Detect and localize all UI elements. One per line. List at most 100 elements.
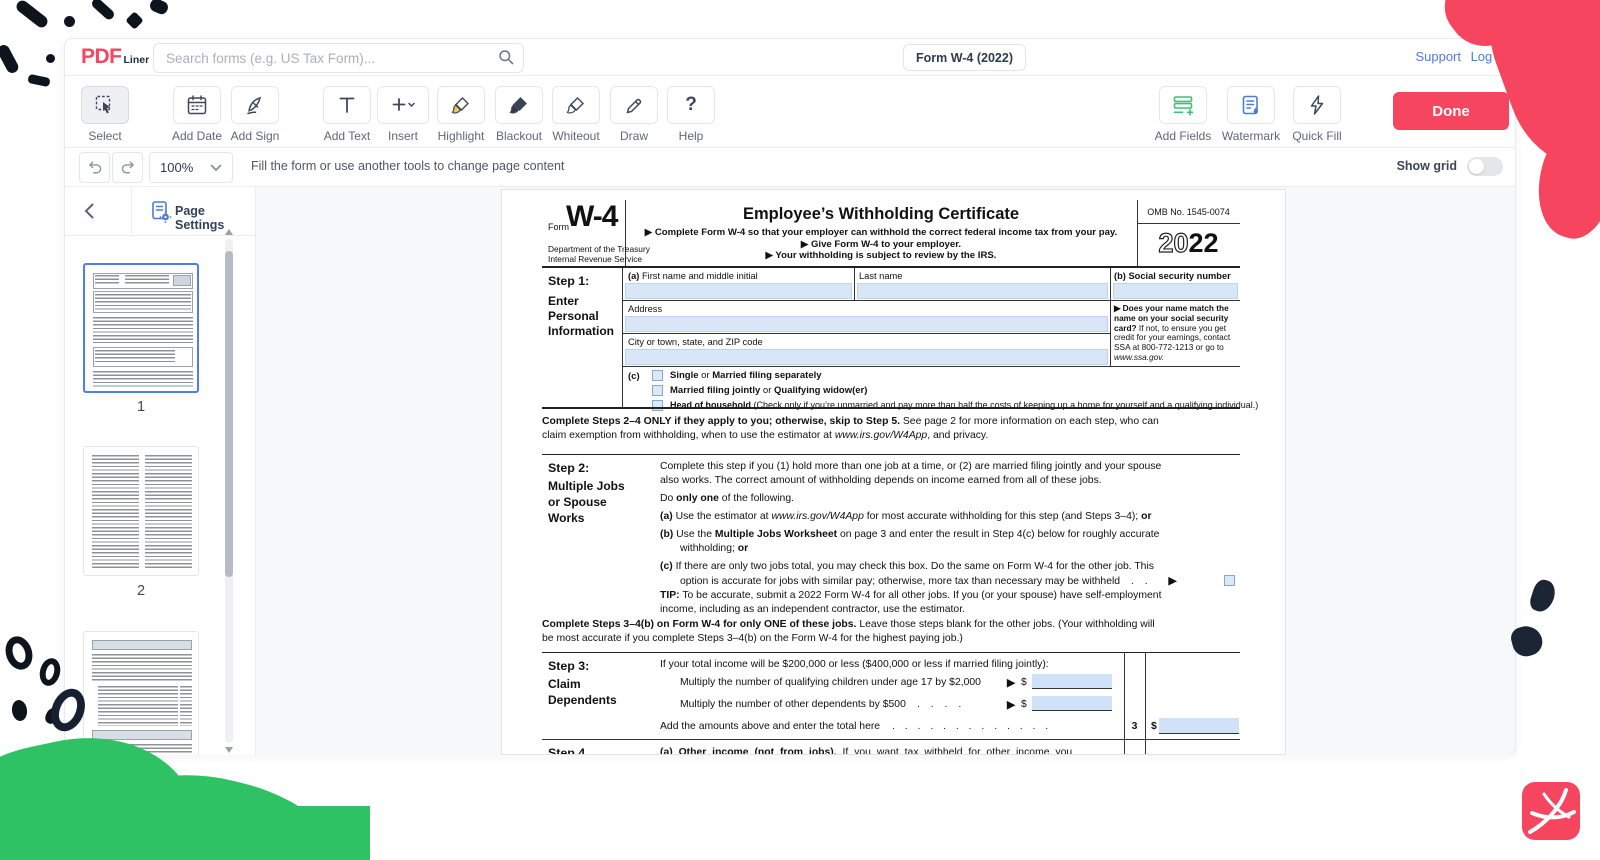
- step2-title: Multiple Jobs: [548, 479, 625, 493]
- screen: PDF Liner Form W-4 (2022) Support Log in…: [0, 0, 1600, 860]
- logo-liner: Liner: [124, 54, 150, 66]
- sub-toolbar: 100% Fill the form or use another tools …: [65, 148, 1515, 187]
- form-line: [1110, 268, 1111, 366]
- scroll-down-arrow[interactable]: [225, 747, 233, 753]
- calendar-icon: [185, 93, 209, 117]
- step3-line2: Multiply the number of other dependents …: [680, 699, 906, 710]
- last-name-field[interactable]: [857, 283, 1108, 299]
- collapse-sidebar-button[interactable]: [83, 202, 95, 225]
- page-settings-label[interactable]: Page Settings: [175, 204, 255, 232]
- step2-b: withholding; or: [680, 543, 748, 554]
- decoration-ink-dash: [0, 43, 20, 75]
- form-line: [622, 268, 623, 407]
- form-bullet-2: ▶ Give Form W-4 to your employer.: [625, 239, 1137, 250]
- add-sign-button[interactable]: Add Sign: [219, 86, 291, 143]
- quick-fill-button[interactable]: Quick Fill: [1281, 86, 1353, 143]
- zoom-select[interactable]: 100%: [149, 152, 233, 183]
- step2-tip: TIP: To be accurate, submit a 2022 Form …: [660, 590, 1161, 601]
- form-line: [542, 454, 1240, 455]
- undo-icon: [86, 159, 104, 177]
- thumb-decor: [180, 686, 192, 726]
- search-icon[interactable]: [497, 48, 515, 66]
- form-line: [622, 366, 1240, 367]
- step2-c: option is accurate for jobs with similar…: [680, 575, 1177, 587]
- document-canvas: Form W-4 Department of the Treasury Inte…: [256, 187, 1515, 755]
- add-fields-button[interactable]: Add Fields: [1147, 86, 1219, 143]
- form-line: [542, 652, 1240, 653]
- form-line: [542, 266, 1240, 268]
- page-settings-icon: [150, 200, 172, 223]
- decoration-ink-drop: [11, 699, 29, 722]
- single-checkbox[interactable]: [652, 370, 663, 381]
- blackout-brush-icon: [507, 93, 531, 117]
- step3-line1-dollar: $: [1021, 677, 1027, 688]
- head-of-household-checkbox[interactable]: [652, 400, 663, 411]
- form-line: [622, 300, 1240, 301]
- thumb-decor: [92, 455, 139, 569]
- form-year: 2022: [1137, 228, 1240, 259]
- content-area: Page Settings 1: [65, 187, 1515, 755]
- last-name-label: Last name: [859, 271, 902, 281]
- search-input[interactable]: [153, 43, 524, 73]
- step2-p1: Complete this step if you (1) hold more …: [660, 461, 1161, 472]
- undo-button[interactable]: [79, 152, 110, 183]
- done-button[interactable]: Done: [1393, 92, 1509, 130]
- help-button[interactable]: ? Help: [655, 86, 727, 143]
- step1-title: Personal: [548, 309, 599, 323]
- scroll-up-arrow[interactable]: [225, 229, 233, 235]
- first-name-field[interactable]: [625, 283, 852, 299]
- step3-row-number: 3: [1124, 721, 1145, 732]
- thumb-decor: [145, 455, 192, 569]
- qualifying-children-field[interactable]: [1032, 674, 1112, 689]
- sidebar-header-divider: [131, 187, 132, 236]
- scrollbar-thumb[interactable]: [225, 251, 233, 577]
- show-grid-toggle[interactable]: [1467, 157, 1503, 176]
- redo-button[interactable]: [112, 152, 143, 183]
- address-label: Address: [628, 304, 662, 314]
- decoration-ink-dash: [90, 0, 116, 21]
- single-label: Single or Married filing separately: [670, 370, 822, 381]
- page-thumbnail-2[interactable]: [83, 446, 199, 576]
- thumb-decor: [92, 640, 192, 650]
- page-thumbnail-3[interactable]: [83, 631, 199, 755]
- step1-title: Enter: [548, 294, 579, 308]
- support-link[interactable]: Support: [1415, 49, 1461, 64]
- step2-p2: Do only one of the following.: [660, 493, 794, 504]
- step3-line1-arrow: ▶: [1007, 677, 1015, 689]
- step3-intro: If your total income will be $200,000 or…: [660, 659, 1049, 670]
- show-grid-label: Show grid: [1397, 159, 1457, 173]
- toggle-knob: [1469, 159, 1484, 174]
- other-dependents-field[interactable]: [1032, 696, 1112, 711]
- form-bullet-1: ▶ Complete Form W-4 so that your employe…: [625, 227, 1137, 238]
- step3-line2-arrow: ▶: [1007, 699, 1015, 711]
- w4-form-page: Form W-4 Department of the Treasury Inte…: [501, 189, 1286, 755]
- ssn-label: (b) Social security number: [1114, 271, 1231, 281]
- decoration-ink-dot: [125, 11, 143, 29]
- step3-line1: Multiply the number of qualifying childr…: [680, 677, 981, 688]
- page-thumbnail-1[interactable]: [83, 263, 199, 393]
- ssn-field[interactable]: [1113, 283, 1238, 299]
- whiteout-brush-icon: [564, 93, 588, 117]
- watermark-button[interactable]: Watermark: [1215, 86, 1287, 143]
- step1-title: Information: [548, 324, 614, 338]
- two-jobs-checkbox[interactable]: [1224, 575, 1235, 586]
- decoration-green-blob: [0, 806, 370, 860]
- decoration-ink-dot: [46, 54, 55, 63]
- add-fields-icon: [1171, 93, 1195, 117]
- form-name: W-4: [566, 200, 617, 234]
- city-field[interactable]: [625, 349, 1108, 365]
- address-field[interactable]: [625, 316, 1108, 332]
- select-icon: [93, 93, 117, 117]
- total-dependents-field[interactable]: [1159, 718, 1239, 734]
- select-button[interactable]: Select: [69, 86, 141, 143]
- married-jointly-checkbox[interactable]: [652, 385, 663, 396]
- step3-title: Dependents: [548, 693, 617, 707]
- step1c-tag: (c): [628, 371, 640, 382]
- step4-label: Step 4: [548, 746, 585, 755]
- redo-icon: [119, 159, 137, 177]
- watermark-icon: [1239, 93, 1263, 117]
- step1-label: Step 1:: [548, 274, 589, 288]
- decoration-ink-dash: [27, 74, 50, 87]
- pdfliner-logo[interactable]: PDF Liner: [81, 45, 149, 69]
- step2-title: Works: [548, 511, 584, 525]
